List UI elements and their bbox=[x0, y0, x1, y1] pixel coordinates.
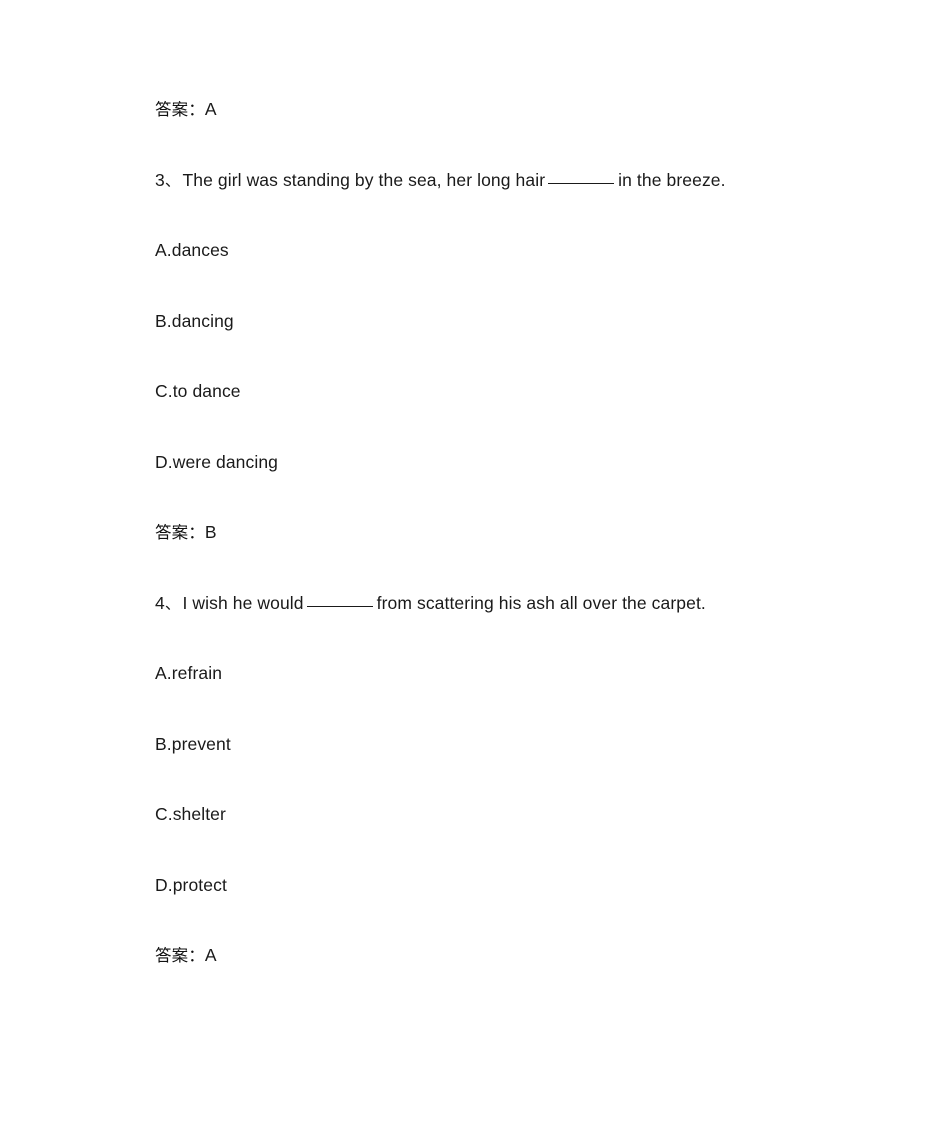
question-text-after-blank: from scattering his ash all over the car… bbox=[376, 592, 706, 613]
question-number: 3 bbox=[155, 169, 165, 190]
question-text-after-blank: in the breeze. bbox=[618, 169, 726, 190]
answer-label: 答案： bbox=[155, 523, 205, 542]
document-page: 答案：A 3、 The girl was standing by the sea,… bbox=[0, 0, 945, 1123]
question-number: 4 bbox=[155, 592, 165, 613]
question-separator: 、 bbox=[164, 594, 181, 613]
question-line: 3、 The girl was standing by the sea, her … bbox=[155, 167, 855, 238]
option-item: C.shelter bbox=[155, 804, 226, 824]
fill-in-blank bbox=[306, 592, 373, 607]
option-item: B.prevent bbox=[155, 733, 231, 754]
option-item: D.were dancing bbox=[155, 451, 278, 472]
answer-value: A bbox=[204, 945, 217, 965]
question-text-before-blank: The girl was standing by the sea, her lo… bbox=[182, 169, 546, 190]
fill-in-blank bbox=[548, 169, 615, 184]
option-item: C.to dance bbox=[155, 381, 241, 401]
answer-label: 答案： bbox=[155, 946, 205, 965]
question-line: 4、 I wish he would from scattering his ash… bbox=[155, 590, 855, 661]
option-item: A.dances bbox=[155, 240, 229, 260]
option-item: D.protect bbox=[155, 874, 227, 895]
question-text-before-blank: I wish he would bbox=[182, 592, 304, 613]
answer-value: B bbox=[204, 522, 217, 542]
option-item: A.refrain bbox=[155, 663, 223, 683]
answer-line: 答案：A bbox=[155, 942, 855, 1013]
option-item: B.dancing bbox=[155, 310, 234, 331]
answer-value: A bbox=[204, 99, 217, 119]
answer-line: 答案：A bbox=[155, 96, 855, 167]
document-body: 答案：A 3、 The girl was standing by the sea,… bbox=[155, 96, 855, 1013]
answer-line: 答案：B bbox=[155, 519, 855, 590]
answer-label: 答案： bbox=[155, 100, 205, 119]
question-separator: 、 bbox=[164, 171, 181, 190]
